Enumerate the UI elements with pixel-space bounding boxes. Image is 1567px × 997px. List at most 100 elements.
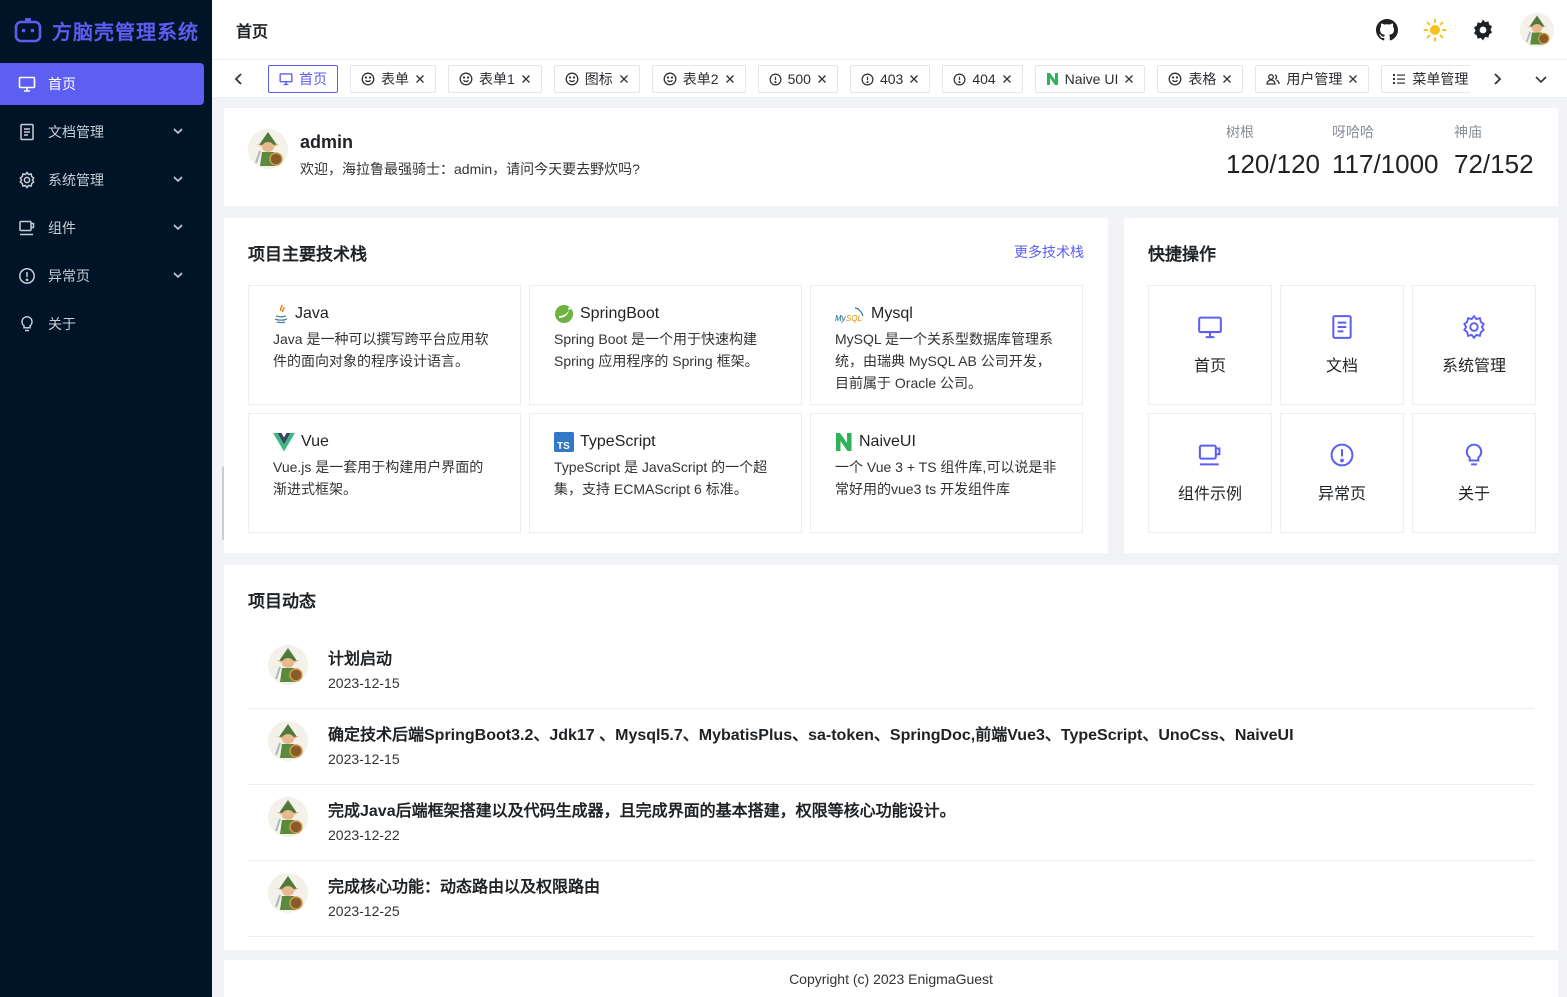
stat-item: 神庙 72/152 [1454, 122, 1534, 180]
tab-500[interactable]: 500 [757, 65, 838, 93]
close-icon[interactable] [909, 74, 919, 84]
chevron-down-icon [172, 173, 184, 185]
tab-dropdown-button[interactable] [1526, 60, 1556, 98]
sidebar-item-about[interactable]: 关于 [0, 303, 204, 345]
spring-icon [554, 304, 574, 324]
tab-user-management[interactable]: 用户管理 [1255, 65, 1370, 93]
sidebar-item-docs[interactable]: 文档管理 [0, 111, 204, 153]
tab-label: 404 [972, 71, 996, 87]
brand[interactable]: 方脑壳管理系统 [0, 0, 212, 60]
quick-action-exceptions[interactable]: 异常页 [1280, 413, 1404, 533]
close-icon[interactable] [817, 74, 827, 84]
tab-label: 图标 [584, 71, 613, 87]
sidebar-item-label: 文档管理 [48, 124, 104, 140]
more-tech-link[interactable]: 更多技术栈 [1014, 242, 1084, 262]
tab-home[interactable]: 首页 [268, 65, 338, 93]
tab-icons[interactable]: 图标 [553, 65, 640, 93]
close-icon[interactable] [1348, 74, 1358, 84]
tech-stack-card: 项目主要技术栈 更多技术栈 Java Java 是一种可以撰写跨平台应用软件的面… [224, 218, 1108, 553]
tab-404[interactable]: 404 [942, 65, 1023, 93]
quick-action-components[interactable]: 组件示例 [1148, 413, 1272, 533]
github-button[interactable] [1363, 0, 1411, 60]
footer: Copyright (c) 2023 EnigmaGuest [224, 960, 1558, 997]
tab-menu-management[interactable]: 菜单管理 [1381, 65, 1470, 93]
tech-name: Mysql [871, 305, 913, 322]
users-icon [1266, 72, 1281, 86]
tech-item-vue[interactable]: Vue Vue.js 是一套用于构建用户界面的渐进式框架。 [248, 413, 521, 533]
alert-circle-icon [953, 73, 966, 86]
quick-action-about[interactable]: 关于 [1412, 413, 1536, 533]
stat-value: 72/152 [1454, 149, 1534, 179]
tech-desc: Java 是一种可以撰写跨平台应用软件的面向对象的程序设计语言。 [273, 331, 489, 369]
sidebar-menu: 首页 文档管理 系统管理 组件 异常页 关于 [0, 63, 212, 345]
quick-action-system[interactable]: 系统管理 [1412, 285, 1536, 405]
quick-action-home[interactable]: 首页 [1148, 285, 1272, 405]
sidebar-item-exceptions[interactable]: 异常页 [0, 255, 204, 297]
tech-item-typescript[interactable]: TS TypeScript TypeScript 是 JavaScript 的一… [529, 413, 802, 533]
list-icon [1392, 72, 1406, 86]
tab-form2[interactable]: 表单2 [651, 65, 746, 93]
list-item: 完成Java后端框架搭建以及代码生成器，且完成界面的基本搭建，权限等核心功能设计… [248, 785, 1534, 861]
stat-label: 神庙 [1454, 124, 1482, 140]
monitor-icon [18, 75, 36, 93]
page-title: 首页 [236, 23, 269, 41]
tab-scroll-right-button[interactable] [1482, 60, 1512, 98]
smile-icon [1168, 72, 1182, 86]
avatar [1520, 13, 1554, 47]
activity-card: 项目动态 计划启动 2023-12-15 确定技术后端SpringBoot3.2… [224, 565, 1558, 950]
quick-action-label: 首页 [1193, 358, 1226, 375]
activity-item-title: 完成核心功能：动态路由以及权限路由 [328, 879, 601, 896]
quick-action-label: 系统管理 [1441, 358, 1506, 375]
close-icon[interactable] [725, 74, 735, 84]
close-icon[interactable] [521, 74, 531, 84]
tab-label: 表格 [1188, 71, 1217, 87]
sidebar-item-system[interactable]: 系统管理 [0, 159, 204, 201]
list-item: 确定技术后端SpringBoot3.2、Jdk17 、Mysql5.7、Myba… [248, 709, 1534, 785]
settings-button[interactable] [1459, 0, 1507, 60]
tab-table[interactable]: 表格 [1157, 65, 1244, 93]
document-icon [1329, 314, 1355, 340]
sidebar-item-home[interactable]: 首页 [0, 63, 204, 105]
tab-naive-ui[interactable]: Naive UI [1034, 65, 1146, 93]
robot-logo-icon [14, 17, 42, 43]
user-avatar-button[interactable] [1507, 0, 1567, 60]
avatar [248, 129, 288, 169]
close-icon[interactable] [1222, 74, 1232, 84]
bulb-icon [1461, 442, 1487, 468]
tech-item-springboot[interactable]: SpringBoot Spring Boot 是一个用于快速构建 Spring … [529, 285, 802, 405]
activity-item-title: 确定技术后端SpringBoot3.2、Jdk17 、Mysql5.7、Myba… [328, 727, 1294, 744]
alert-circle-icon [1329, 442, 1355, 468]
tab-label: 表单1 [479, 71, 515, 87]
tab-list: 首页 表单 表单1 图标 表单2 500 403 404 Naive UI 表格… [268, 65, 1470, 93]
quick-action-docs[interactable]: 文档 [1280, 285, 1404, 405]
tab-label: 菜单管理 [1412, 71, 1469, 87]
tech-item-mysql[interactable]: My SQL Mysql MySQL 是一个关系型数据库管理系统，由瑞典 MySQ… [810, 285, 1083, 405]
tech-name: SpringBoot [580, 305, 660, 322]
quick-actions-card: 快捷操作 首页 文档 系统管理 组件示例 异常页 关于 [1124, 218, 1558, 553]
tab-form1[interactable]: 表单1 [448, 65, 542, 93]
sidebar-item-components[interactable]: 组件 [0, 207, 204, 249]
tab-label: Naive UI [1064, 71, 1119, 87]
theme-toggle-button[interactable] [1411, 0, 1459, 60]
tech-desc: MySQL 是一个关系型数据库管理系统，由瑞典 MySQL AB 公司开发，目前… [835, 331, 1054, 391]
avatar [268, 797, 308, 837]
sidebar-item-label: 异常页 [48, 268, 90, 284]
user-name: admin [300, 132, 354, 152]
close-icon[interactable] [1002, 74, 1012, 84]
close-icon[interactable] [1124, 74, 1134, 84]
alert-circle-icon [769, 73, 782, 86]
close-icon[interactable] [619, 74, 629, 84]
tab-scroll-left-button[interactable] [224, 60, 254, 98]
tab-403[interactable]: 403 [849, 65, 931, 93]
chevron-down-icon [172, 221, 184, 233]
tab-label: 表单 [381, 71, 409, 87]
tech-item-java[interactable]: Java Java 是一种可以撰写跨平台应用软件的面向对象的程序设计语言。 [248, 285, 521, 405]
quick-actions-grid: 首页 文档 系统管理 组件示例 异常页 关于 [1148, 285, 1536, 533]
close-icon[interactable] [415, 74, 425, 84]
smile-icon [565, 72, 579, 86]
svg-text:SQL: SQL [846, 314, 862, 323]
tab-form[interactable]: 表单 [350, 65, 436, 93]
tech-item-naiveui[interactable]: NaiveUI 一个 Vue 3 + TS 组件库,可以说是非常好用的vue3 … [810, 413, 1083, 533]
svg-text:My: My [835, 314, 847, 323]
svg-text:TS: TS [557, 441, 570, 452]
